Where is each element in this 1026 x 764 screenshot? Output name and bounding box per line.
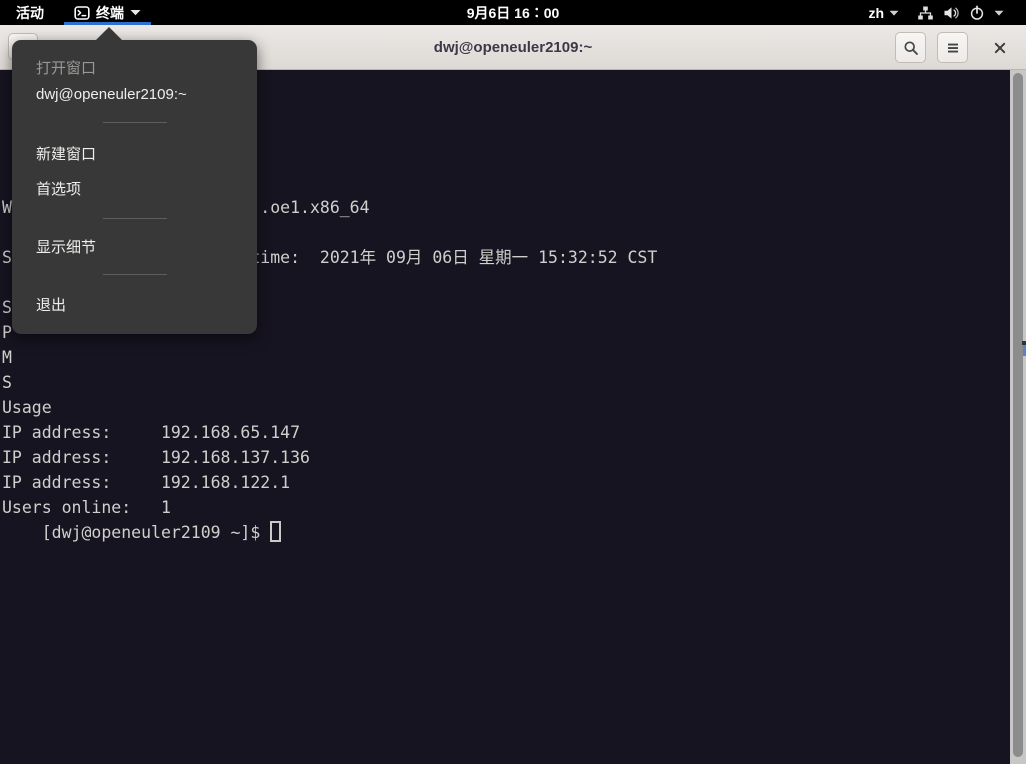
app-menu-label: 终端	[96, 3, 124, 23]
menu-separator	[103, 274, 167, 275]
shell-prompt: [dwj@openeuler2109 ~]$	[42, 523, 270, 542]
menu-button[interactable]	[937, 32, 968, 63]
power-icon	[969, 5, 985, 21]
menu-separator	[103, 218, 167, 219]
activities-button[interactable]: 活动	[8, 0, 52, 25]
prompt-line: [dwj@openeuler2109 ~]$	[0, 495, 1026, 520]
terminal-icon	[74, 5, 90, 21]
system-menu-button[interactable]	[913, 5, 1008, 21]
search-button[interactable]	[895, 32, 926, 63]
keyboard-layout-label: zh	[868, 5, 884, 21]
terminal-cursor	[270, 521, 281, 542]
close-icon	[994, 42, 1006, 54]
terminal-line	[2, 545, 1026, 570]
popup-section-header: 打开窗口	[36, 60, 257, 78]
terminal-line: Usage	[2, 395, 1026, 420]
terminal-line: M	[2, 345, 1026, 370]
search-icon	[903, 40, 919, 56]
menu-item-preferences[interactable]: 首选项	[36, 181, 257, 199]
menu-separator	[103, 122, 167, 123]
system-status-area: zh	[864, 0, 1008, 25]
chevron-down-icon	[889, 10, 899, 16]
app-menu-button[interactable]: 终端	[64, 0, 151, 25]
scrollbar-track[interactable]	[1010, 70, 1026, 764]
chevron-down-icon	[994, 10, 1004, 16]
menu-item-new-window[interactable]: 新建窗口	[36, 146, 257, 164]
menu-item-quit[interactable]: 退出	[36, 297, 257, 315]
activities-label: 活动	[16, 3, 44, 23]
gnome-top-bar: 活动 终端 9月6日 16∶00 zh	[0, 0, 1026, 25]
clock[interactable]: 9月6日 16∶00	[467, 0, 560, 25]
popup-arrow	[96, 27, 122, 40]
menu-item-open-window[interactable]: dwj@openeuler2109:~	[36, 86, 257, 104]
scrollbar-thumb[interactable]	[1013, 73, 1023, 757]
keyboard-layout-indicator[interactable]: zh	[864, 5, 903, 21]
chevron-down-icon	[130, 9, 141, 16]
desktop-screen: 活动 终端 9月6日 16∶00 zh	[0, 0, 1026, 764]
terminal-line: IP address: 192.168.122.1	[2, 470, 1026, 495]
app-menu-popup: 打开窗口 dwj@openeuler2109:~ 新建窗口 首选项 显示细节 退…	[12, 40, 257, 334]
volume-icon	[943, 5, 960, 21]
terminal-line: S	[2, 370, 1026, 395]
menu-item-show-details[interactable]: 显示细节	[36, 239, 257, 257]
clock-label: 9月6日 16∶00	[467, 3, 560, 23]
hamburger-icon	[946, 41, 960, 55]
network-icon	[917, 5, 934, 21]
terminal-line: IP address: 192.168.137.136	[2, 445, 1026, 470]
terminal-line: IP address: 192.168.65.147	[2, 420, 1026, 445]
close-button[interactable]	[985, 32, 1015, 63]
